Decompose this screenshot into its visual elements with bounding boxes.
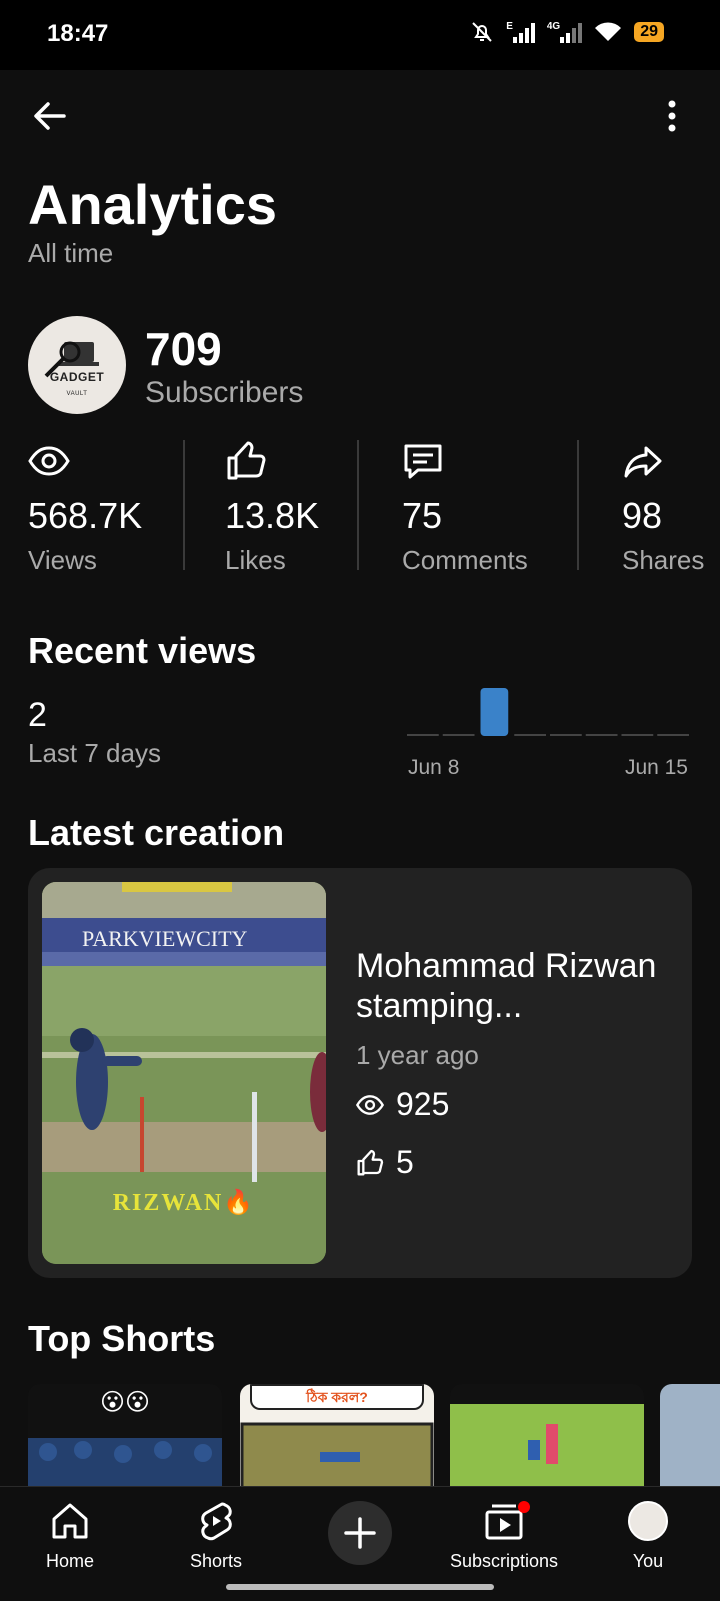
stat-likes[interactable]: 13.8K Likes (225, 440, 319, 576)
nav-label: You (632, 1551, 664, 1571)
top-shorts-title: Top Shorts (28, 1318, 216, 1359)
bell-off-icon (472, 22, 492, 42)
top-bar (0, 70, 720, 160)
subscriber-label: Subscribers (145, 376, 304, 409)
subscriber-count: 709 (145, 323, 222, 375)
divider (357, 440, 359, 570)
video-age: 1 year ago (356, 1040, 479, 1070)
notification-dot (518, 1501, 530, 1513)
nav-label: Subscriptions (449, 1551, 559, 1571)
short-text-banner: ঠিক করল? (250, 1384, 424, 1410)
stat-shares[interactable]: 98 Shares (622, 440, 704, 576)
stat-value: 98 (622, 495, 663, 536)
eye-icon (28, 446, 70, 476)
stat-label: Likes (225, 545, 286, 575)
plus-icon (344, 1517, 376, 1549)
stat-label: Comments (402, 545, 528, 575)
status-icons: E 4G 29 (470, 20, 664, 44)
short-thumbnail[interactable] (450, 1384, 644, 1486)
avatar-logo-text: GADGET VAULT (49, 370, 105, 397)
share-icon (624, 446, 662, 478)
stat-comments[interactable]: 75 Comments (402, 440, 528, 576)
video-likes: 5 (356, 1144, 414, 1181)
chart-bar-empty (442, 734, 475, 736)
chart-bar-empty (514, 734, 546, 736)
chart-bar-empty (657, 734, 689, 736)
short-thumbnail[interactable]: ঠিক করল? (240, 1384, 434, 1486)
nav-home[interactable]: Home (0, 1497, 140, 1572)
nav-label: Shorts (189, 1551, 243, 1571)
short-thumbnail[interactable]: 😮😮 (28, 1384, 222, 1486)
thumbs-up-icon (227, 441, 266, 480)
back-button[interactable] (28, 94, 72, 138)
nav-label: Home (45, 1551, 94, 1571)
thumbs-up-icon (357, 1149, 384, 1175)
thumbnail-banner-text: PARKVIEWCITY (82, 926, 248, 951)
signal-icon: E (506, 21, 535, 43)
video-views: 925 (356, 1086, 449, 1123)
chart-x-start-label: Jun 8 (408, 756, 459, 778)
status-time: 18:47 (47, 20, 109, 47)
page-title: Analytics (28, 173, 277, 236)
chart-bar-empty (407, 734, 439, 736)
shorts-icon (201, 1502, 232, 1541)
eye-icon (356, 1094, 384, 1115)
crowd-image (28, 1438, 222, 1486)
recent-views-period: Last 7 days (28, 738, 161, 768)
cricket-image (450, 1404, 644, 1486)
short-thumbnail[interactable] (660, 1384, 720, 1486)
signal-icon-2: 4G (547, 21, 583, 43)
chart-bar (480, 688, 509, 736)
latest-creation-card[interactable]: PARKVIEWCITY RIZWAN🔥 Mohammad Rizwan sta… (28, 868, 692, 1278)
magnifier-laptop-logo-icon (44, 341, 99, 378)
stat-views[interactable]: 568.7K Views (28, 440, 142, 576)
video-likes-value: 5 (396, 1144, 414, 1180)
stat-label: Shares (622, 545, 705, 575)
video-views-value: 925 (396, 1086, 450, 1122)
chart-x-end-label: Jun 15 (625, 756, 688, 778)
video-thumbnail: PARKVIEWCITY RIZWAN🔥 (42, 882, 326, 1264)
latest-creation-title: Latest creation (28, 812, 285, 853)
stat-label: Views (28, 545, 97, 575)
divider (577, 440, 579, 570)
stat-value: 75 (402, 495, 443, 536)
stat-value: 13.8K (225, 495, 320, 536)
more-vert-icon (668, 100, 676, 132)
home-indicator (226, 1584, 494, 1590)
cricket-image (240, 1422, 434, 1486)
short-emoji: 😮😮 (99, 1389, 151, 1416)
status-bar: 18:47 E 4G 29 (0, 0, 720, 70)
chart-bar-empty (621, 734, 654, 736)
stat-value: 568.7K (28, 495, 143, 536)
nav-shorts[interactable]: Shorts (146, 1497, 286, 1572)
thumbnail-caption: RIZWAN🔥 (112, 1190, 256, 1216)
nav-subscriptions[interactable]: Subscriptions (434, 1497, 574, 1572)
home-icon (52, 1503, 88, 1539)
wifi-icon (595, 22, 622, 41)
chart-bar-empty (550, 734, 582, 736)
recent-views-count: 2 (28, 696, 47, 734)
video-title: Mohammad Rizwan stamping... (356, 947, 657, 1025)
chart-bar-empty (585, 734, 618, 736)
top-shorts-row: 😮😮 ঠিক করল? (28, 1384, 720, 1486)
battery-indicator: 29 (634, 22, 664, 42)
date-range-label: All time (28, 238, 114, 268)
channel-avatar: GADGET VAULT (28, 316, 126, 414)
more-options-button[interactable] (648, 94, 692, 138)
arrow-left-icon (34, 102, 66, 130)
recent-views-chart[interactable]: Jun 8 Jun 15 (405, 686, 691, 778)
divider (183, 440, 185, 570)
nav-you[interactable]: You (578, 1497, 718, 1572)
avatar (628, 1501, 668, 1541)
create-button[interactable] (328, 1501, 392, 1565)
comment-icon (404, 444, 442, 479)
recent-views-title: Recent views (28, 630, 257, 671)
